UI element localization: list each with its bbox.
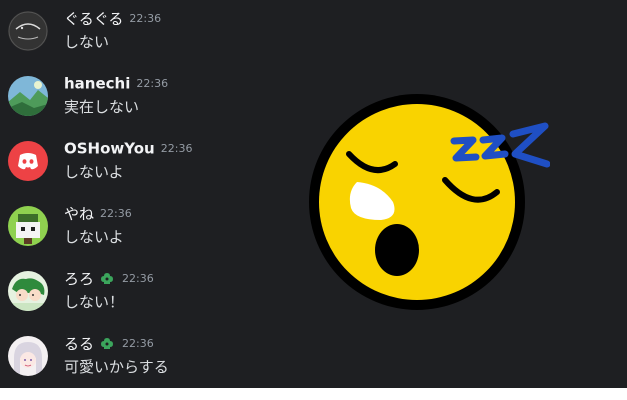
message-header: OSHowYou 22:36 — [64, 138, 192, 160]
anime-avatar-icon — [8, 271, 48, 311]
message-text: しない！ — [64, 293, 125, 311]
sleeping-face-emoji — [305, 80, 550, 325]
avatar[interactable] — [8, 271, 48, 311]
timestamp: 22:36 — [122, 272, 154, 285]
avatar[interactable] — [8, 206, 48, 246]
timestamp: 22:36 — [129, 12, 162, 25]
chat-message: やね 22:36 しないよ — [8, 195, 308, 247]
timestamp: 22:36 — [122, 337, 154, 350]
message-header: ろろ 22:36 — [64, 268, 154, 290]
avatar[interactable] — [8, 11, 48, 51]
message-header: hanechi 22:36 — [64, 73, 168, 95]
username[interactable]: やね — [64, 205, 94, 223]
message-text: 実在しない — [64, 98, 140, 116]
open-mouth — [375, 224, 419, 276]
username[interactable]: ぐるぐる — [64, 10, 123, 28]
message-header: ぐるぐる 22:36 — [64, 8, 161, 30]
message-header: やね 22:36 — [64, 203, 132, 225]
username[interactable]: OSHowYou — [64, 140, 155, 158]
message-text: しないよ — [64, 163, 124, 181]
timestamp: 22:36 — [100, 207, 132, 220]
message-text: 可愛いからする — [64, 358, 169, 376]
chat-message: るる 22:36 可愛いからする — [8, 325, 308, 377]
timestamp: 22:36 — [136, 77, 169, 90]
username[interactable]: るる — [64, 335, 94, 353]
chat-message: OSHowYou 22:36 しないよ — [8, 130, 308, 182]
chat-message: ぐるぐる 22:36 しない — [8, 0, 308, 52]
avatar[interactable] — [8, 141, 48, 181]
message-text: しない — [64, 33, 110, 51]
server-badge-icon[interactable] — [98, 270, 116, 288]
chat-message: ろろ 22:36 しない！ — [8, 260, 308, 312]
message-header: るる 22:36 — [64, 333, 154, 355]
discord-logo-avatar-icon — [8, 141, 48, 181]
timestamp: 22:36 — [160, 142, 193, 155]
message-text: しないよ — [64, 228, 124, 246]
avatar[interactable] — [8, 336, 48, 376]
anime-girl-avatar-icon — [8, 336, 48, 376]
server-badge-icon[interactable] — [98, 335, 116, 353]
avatar[interactable] — [8, 76, 48, 116]
chat-message-list: ぐるぐる 22:36 しない hanechi 22:36 実在しない OSHow… — [0, 0, 627, 388]
username[interactable]: hanechi — [64, 75, 130, 93]
username[interactable]: ろろ — [64, 270, 94, 288]
circle-doodle-avatar-icon — [8, 11, 48, 51]
pixel-avatar-icon — [8, 206, 48, 246]
chat-message: hanechi 22:36 実在しない — [8, 65, 308, 117]
landscape-avatar-icon — [8, 76, 48, 116]
